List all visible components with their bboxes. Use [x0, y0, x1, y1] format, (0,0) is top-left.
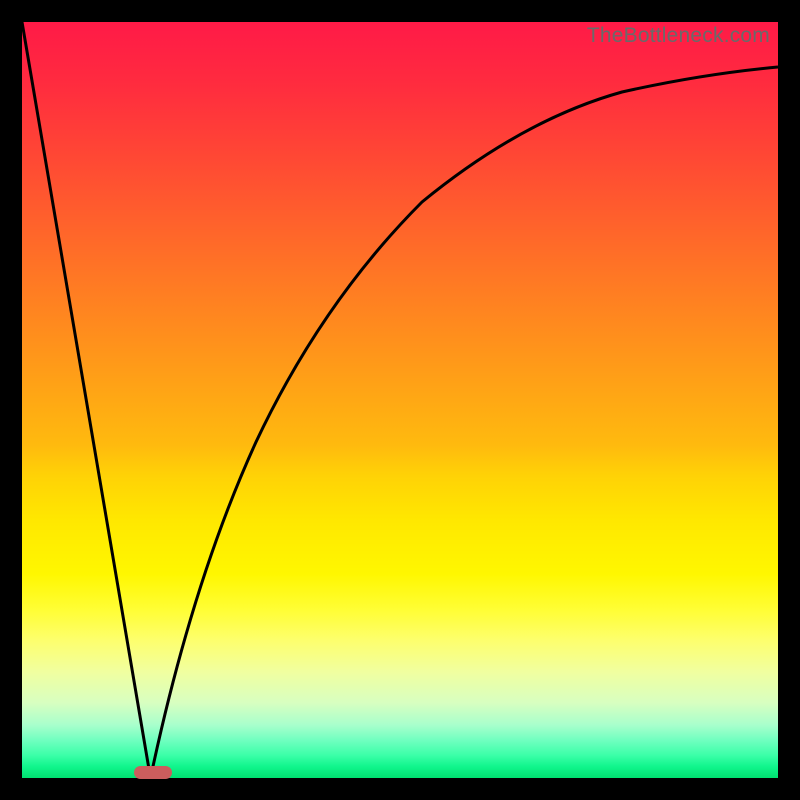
chart-plot-area: TheBottleneck.com: [22, 22, 778, 778]
chart-curves: [22, 22, 778, 778]
chart-frame: TheBottleneck.com: [0, 0, 800, 800]
bottleneck-marker: [134, 766, 172, 779]
left-line: [22, 22, 151, 778]
right-curve: [151, 67, 779, 778]
